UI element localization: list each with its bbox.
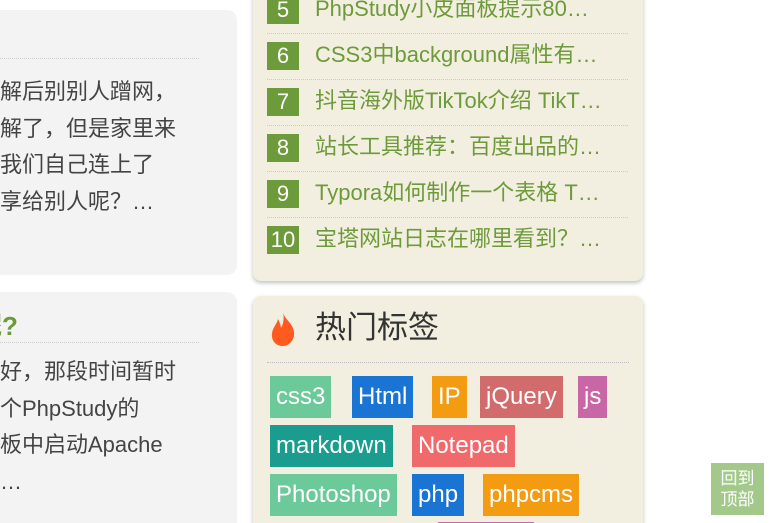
- hot-list-link[interactable]: 抖音海外版TikTok介绍 TikT…: [315, 86, 627, 116]
- hot-articles-panel: 5 PhpStudy小皮面板提示80… 6 CSS3中background属性有…: [253, 0, 643, 281]
- article-card[interactable]: 码 破解后别别人蹭网， 破解了，但是家里来 么我们自己连上了 分享给别人呢？…: [0, 10, 237, 275]
- hot-list-link[interactable]: PhpStudy小皮面板提示80…: [315, 0, 627, 24]
- rank-badge: 7: [267, 88, 299, 116]
- hot-list-item[interactable]: 8 站长工具推荐：百度出品的…: [267, 126, 628, 172]
- rank-badge: 10: [267, 226, 299, 254]
- rank-badge: 8: [267, 134, 299, 162]
- tag-phpcms[interactable]: phpcms: [483, 474, 580, 516]
- divider: [267, 362, 629, 363]
- flame-icon: [271, 312, 295, 346]
- divider: [0, 342, 199, 343]
- tag-js[interactable]: js: [578, 376, 608, 418]
- hot-list-link[interactable]: Typora如何制作一个表格 T…: [315, 178, 627, 208]
- hot-list-link[interactable]: 宝塔网站日志在哪里看到？…: [315, 224, 627, 254]
- tag-html[interactable]: Html: [352, 376, 414, 418]
- hot-list-link[interactable]: CSS3中background属性有…: [315, 40, 627, 70]
- tag-markdown[interactable]: markdown: [270, 425, 393, 467]
- rank-badge: 9: [267, 180, 299, 208]
- hot-list-item[interactable]: 7 抖音海外版TikTok介绍 TikT…: [267, 80, 628, 126]
- article-card[interactable]: 呢? 送好，那段时间暂时 装个PhpStudy的 面板中启动Apache 是…: [0, 292, 237, 523]
- hot-list-item[interactable]: 10 宝塔网站日志在哪里看到？…: [267, 218, 628, 264]
- tag-photoshop[interactable]: Photoshop: [270, 474, 397, 516]
- article-title[interactable]: 呢?: [0, 306, 18, 343]
- rank-badge: 5: [267, 0, 299, 24]
- hot-list-item[interactable]: 6 CSS3中background属性有…: [267, 34, 628, 80]
- tag-jquery[interactable]: jQuery: [480, 376, 563, 418]
- hot-list-link[interactable]: 站长工具推荐：百度出品的…: [315, 132, 627, 162]
- tag-ip[interactable]: IP: [432, 376, 467, 418]
- back-to-top-button[interactable]: 回到 顶部: [711, 463, 764, 515]
- tag-php[interactable]: php: [412, 474, 465, 516]
- tag-css3[interactable]: css3: [270, 376, 332, 418]
- tag-notepad[interactable]: Notepad: [412, 425, 515, 467]
- rank-badge: 6: [267, 42, 299, 70]
- divider: [0, 58, 199, 59]
- hot-tags-panel: 热门标签 css3 Html IP jQuery js markdown Not…: [253, 296, 643, 523]
- hot-list-item[interactable]: 9 Typora如何制作一个表格 T…: [267, 172, 628, 218]
- article-excerpt: 送好，那段时间暂时 装个PhpStudy的 面板中启动Apache 是…: [0, 359, 177, 494]
- hot-tags-heading: 热门标签: [315, 310, 439, 345]
- hot-list-item[interactable]: 5 PhpStudy小皮面板提示80…: [267, 0, 628, 34]
- article-excerpt: 破解后别别人蹭网， 破解了，但是家里来 么我们自己连上了 分享给别人呢？…: [0, 79, 177, 214]
